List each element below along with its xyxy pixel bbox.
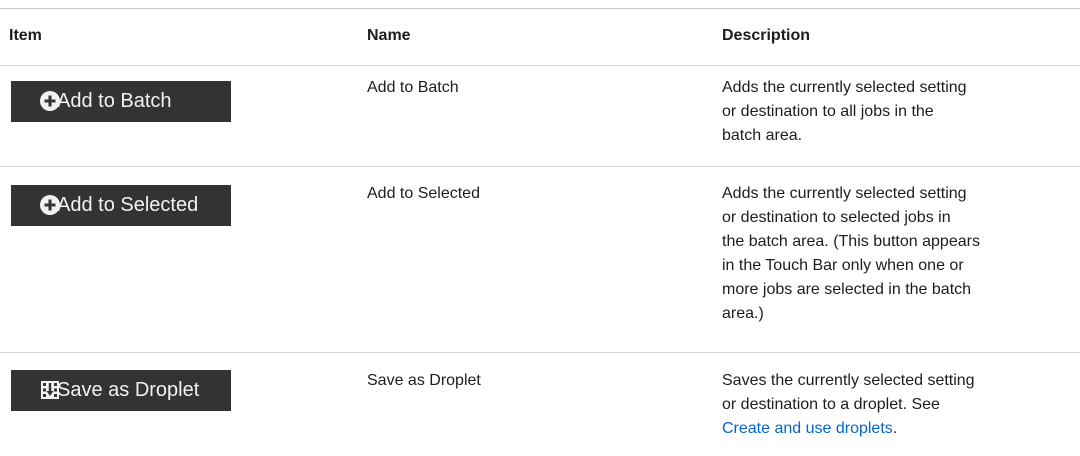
table-row: Add to Batch Add to Batch Adds the curre… [0,66,1080,166]
description-line: area.) [722,305,764,322]
table-row: Save as Droplet Save as Droplet Saves th… [0,353,1080,456]
description-line-with-link: Create and use droplets. [722,417,1072,441]
description-line: batch area. [722,127,803,144]
table-row: Add to Selected Add to Selected Adds the… [0,167,1080,352]
add-to-selected-label: Add to Selected [57,194,199,216]
create-and-use-droplets-link[interactable]: Create and use droplets [722,420,893,437]
header-item: Item [9,27,42,44]
description-line: or destination to a droplet. See [722,396,940,413]
row-description: Saves the currently selected setting or … [722,369,1072,441]
description-line: Adds the currently selected setting [722,185,967,202]
table-top-rule [0,8,1080,9]
save-as-droplet-label: Save as Droplet [57,379,200,401]
add-to-batch-label: Add to Batch [57,90,172,112]
description-line: Saves the currently selected setting [722,372,975,389]
row-name: Add to Batch [367,79,459,96]
add-to-batch-button[interactable]: Add to Batch [11,81,231,122]
description-line: or destination to all jobs in the [722,103,934,120]
header-name: Name [367,27,411,44]
plus-circle-icon [40,91,60,111]
link-suffix: . [892,420,898,437]
row-name: Add to Selected [367,185,480,202]
plus-circle-icon [40,195,60,215]
description-line: in the Touch Bar only when one or [722,257,964,274]
row-name: Save as Droplet [367,372,481,389]
description-line: or destination to selected jobs in [722,209,951,226]
description-line: more jobs are selected in the batch [722,281,972,298]
add-to-selected-button[interactable]: Add to Selected [11,185,231,226]
header-description: Description [722,27,811,44]
row-description: Adds the currently selected setting or d… [722,76,1072,148]
droplet-save-icon [41,381,59,399]
save-as-droplet-button[interactable]: Save as Droplet [11,370,231,411]
description-line: Adds the currently selected setting [722,79,967,96]
row-description: Adds the currently selected setting or d… [722,182,1072,326]
description-line: the batch area. (This button appears [722,233,980,250]
